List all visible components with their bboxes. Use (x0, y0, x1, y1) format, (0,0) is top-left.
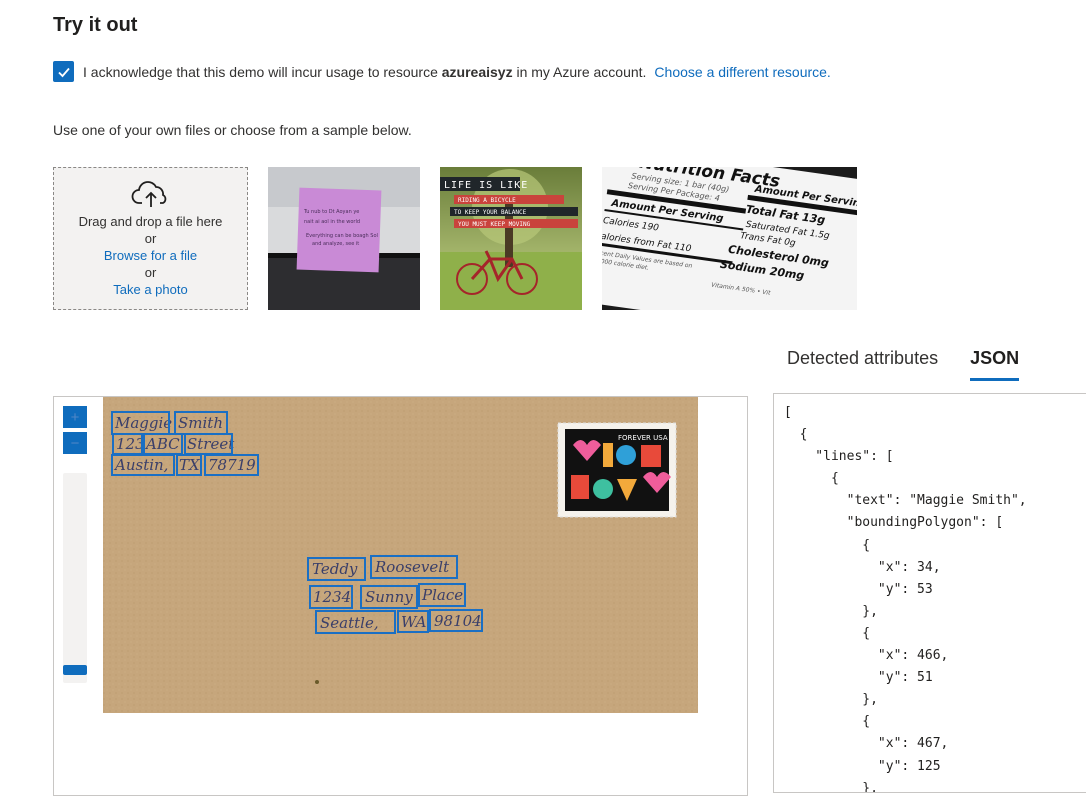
note-line: nait ai aol in the world (304, 219, 360, 225)
acknowledge-prefix: I acknowledge that this demo will incur … (83, 63, 442, 80)
zoom-slider[interactable] (63, 473, 87, 683)
address-word: Sunny (365, 588, 413, 606)
sticky-note-image: Tu nub to Dt Aoyan ye nait ai aol in the… (268, 167, 420, 310)
address-word: ABC (144, 435, 180, 453)
json-output-text: [ { "lines": [ { "text": "Maggie Smith",… (784, 405, 1027, 793)
address-word: 1234 (313, 588, 351, 606)
zoom-controls: + − (63, 406, 87, 454)
zoom-out-button[interactable]: − (63, 432, 87, 454)
sample-handwritten-note[interactable]: Tu nub to Dt Aoyan ye nait ai aol in the… (268, 167, 420, 310)
tab-json[interactable]: JSON (970, 348, 1020, 381)
address-word: 78719 (208, 456, 256, 474)
address-word: Seattle, (320, 614, 379, 632)
note-line: Everything can be boagh Sol (306, 233, 378, 239)
address-word: Maggie (114, 414, 172, 432)
address-word: 123 (116, 435, 145, 453)
plus-icon: + (70, 408, 80, 426)
bicycle-poster-image: LIFE IS LIKE RIDING A BICYCLE TO KEEP YO… (440, 167, 582, 310)
love-stamp: FOREVER USA (557, 422, 677, 518)
address-word: Smith (178, 414, 223, 432)
acknowledge-row: I acknowledge that this demo will incur … (53, 61, 831, 82)
cloud-upload-icon (131, 181, 166, 207)
checkmark-icon (57, 67, 70, 77)
note-line: and analyze, see it (312, 241, 359, 247)
json-output-panel[interactable]: [ { "lines": [ { "text": "Maggie Smith",… (773, 393, 1086, 793)
address-word: 98104 (434, 612, 482, 630)
zoom-in-button[interactable]: + (63, 406, 87, 428)
or-label: or (144, 231, 157, 246)
address-word: Teddy (312, 560, 358, 578)
envelope-image: Maggie Smith 123 ABC Street Austin, TX 7… (103, 397, 698, 713)
upload-instructions: Use one of your own files or choose from… (53, 122, 412, 138)
note-line: Tu nub to Dt Aoyan ye (303, 209, 359, 215)
take-photo-link[interactable]: Take a photo (113, 281, 187, 298)
page-title: Try it out (53, 14, 138, 36)
file-dropzone[interactable]: Drag and drop a file here or Browse for … (53, 167, 248, 310)
address-word: TX (179, 456, 201, 474)
minus-icon: − (70, 434, 80, 452)
browse-file-link[interactable]: Browse for a file (104, 247, 197, 264)
acknowledge-suffix: in my Azure account. (512, 63, 647, 80)
sample-bicycle-poster[interactable]: LIFE IS LIKE RIDING A BICYCLE TO KEEP YO… (440, 167, 582, 310)
or-label: or (144, 265, 157, 280)
poster-line: YOU MUST KEEP MOVING (458, 221, 531, 228)
address-word: Place (421, 586, 463, 604)
address-word: Street (187, 435, 235, 453)
poster-line: LIFE IS LIKE (444, 180, 528, 191)
zoom-slider-thumb[interactable] (63, 665, 87, 675)
drag-drop-label: Drag and drop a file here (78, 214, 223, 229)
tab-detected-attributes[interactable]: Detected attributes (787, 348, 938, 381)
result-tabs: Detected attributes JSON (787, 348, 1051, 381)
poster-line: TO KEEP YOUR BALANCE (454, 209, 527, 216)
address-word: Roosevelt (374, 558, 450, 576)
resource-name: azureaisyz (441, 63, 513, 80)
acknowledge-checkbox[interactable] (53, 61, 74, 82)
stamp-text: FOREVER USA (618, 434, 668, 442)
poster-line: RIDING A BICYCLE (458, 197, 516, 204)
address-word: Austin, (113, 456, 168, 474)
sample-nutrition-label[interactable]: Nutrition Facts Serving size: 1 bar (40g… (602, 167, 857, 310)
choose-resource-link[interactable]: Choose a different resource. (654, 64, 830, 80)
nutrition-label-image: Nutrition Facts Serving size: 1 bar (40g… (602, 167, 857, 310)
address-word: WA (401, 613, 427, 631)
